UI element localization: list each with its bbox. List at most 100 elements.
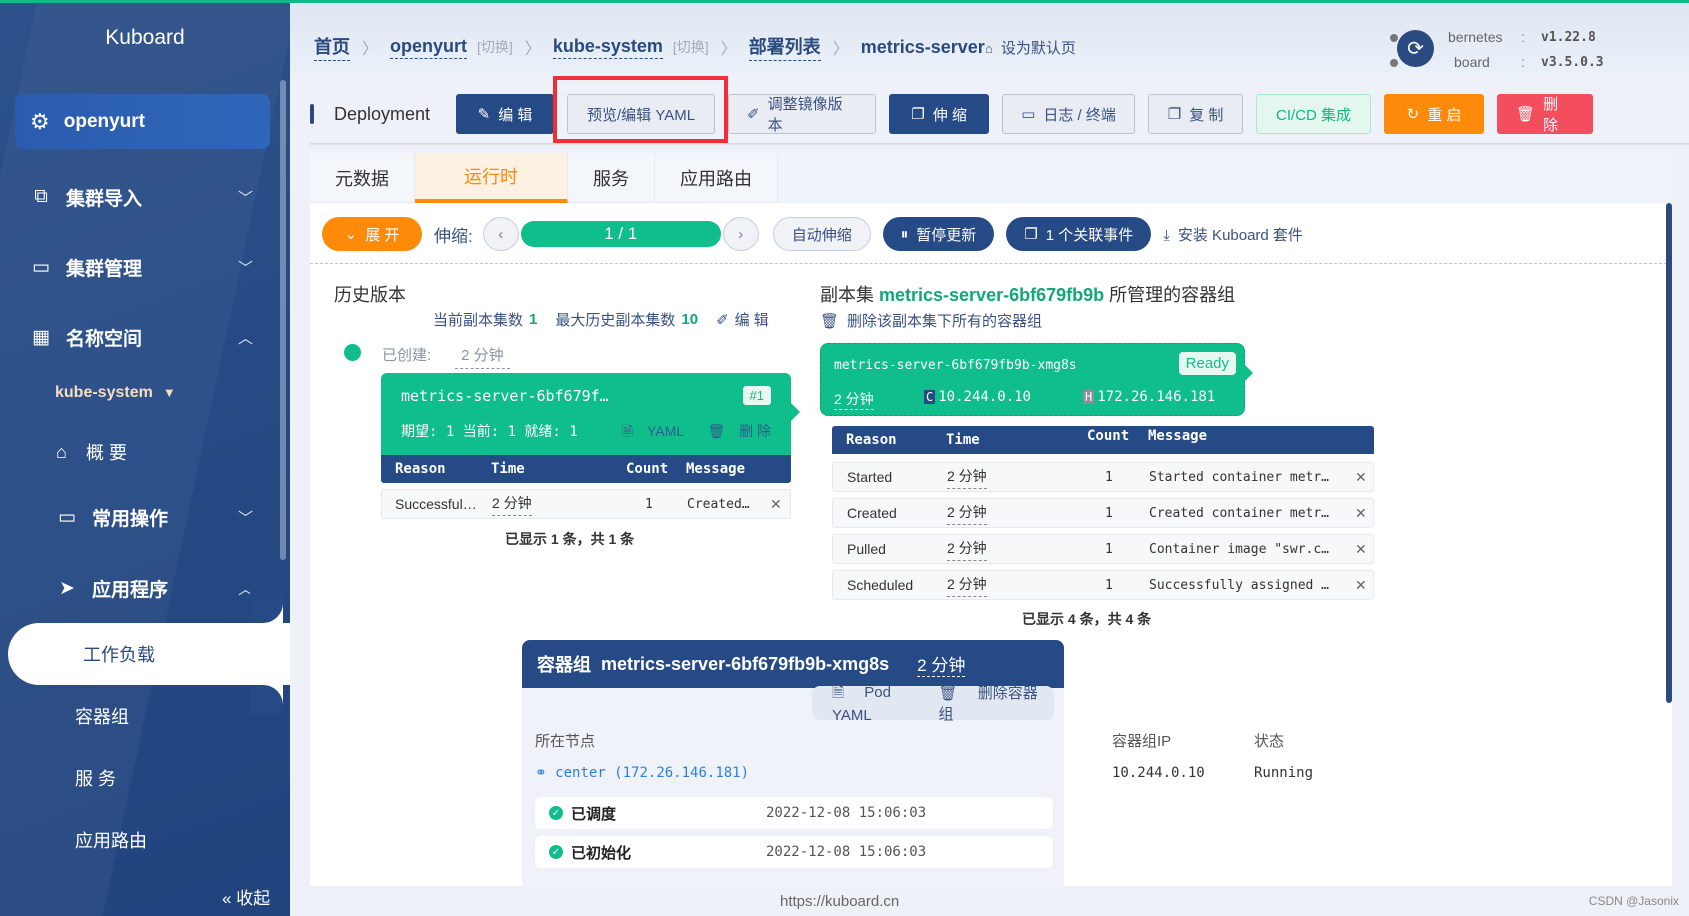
edit-icon: ✎ [477, 106, 491, 123]
switch-cluster-link[interactable]: [切换] [477, 37, 513, 57]
trash-icon: 🗑 [820, 313, 840, 330]
history-events-header: Reason Time Count Message [381, 455, 791, 483]
breadcrumb-namespace[interactable]: kube-system [552, 36, 663, 59]
scrollbar-thumb[interactable] [1666, 203, 1672, 703]
replicaset-yaml-button[interactable]: 🗎 YAML [612, 423, 684, 439]
sidebar-item-namespace[interactable]: ▦ 名称空间 ︿ [0, 312, 283, 362]
sidebar-item-common-ops[interactable]: ▭ 常用操作 ﹀ [0, 492, 283, 542]
edit-history-limit-button[interactable]: ✐ 编 辑 [716, 309, 769, 330]
replicaset-name[interactable]: metrics-server-6bf679f… [401, 387, 609, 405]
set-default-page-button[interactable]: ⌂ 设为默认页 [985, 37, 1076, 58]
adjust-image-button[interactable]: ✐ 调整镜像版本 [728, 94, 877, 134]
tab-runtime[interactable]: 运行时 [415, 153, 568, 203]
switch-namespace-link[interactable]: [切换] [673, 37, 709, 57]
scale-decrease-button[interactable]: ‹ [482, 217, 519, 251]
related-events-button[interactable]: ❐ 1 个关联事件 [1006, 217, 1152, 251]
pod-ip-value: 10.244.0.10 [1112, 765, 1205, 781]
copy-button[interactable]: ❐ 复 制 [1148, 94, 1244, 134]
close-icon[interactable]: ✕ [770, 496, 782, 513]
check-circle-icon: ✓ [549, 845, 563, 859]
replicaset-delete-button[interactable]: 🗑 删 除 [697, 423, 771, 439]
delete-button[interactable]: 🗑 删 除 [1497, 94, 1594, 134]
restart-button[interactable]: ↻ 重 启 [1384, 94, 1485, 134]
created-label: 已创建: [382, 347, 432, 364]
scale-button[interactable]: ❐ 伸 缩 [889, 94, 990, 134]
cluster-selector[interactable]: ⚙ openyurt [15, 94, 270, 149]
chevron-right-icon: 〉 [524, 41, 541, 58]
breadcrumb-cluster[interactable]: openyurt [390, 36, 468, 59]
sidebar-item-applications[interactable]: ➤ 应用程序 ︿ [0, 563, 283, 613]
sidebar-item-services[interactable]: 服 务 [0, 753, 283, 803]
pod-yaml-button[interactable]: 🗎 Pod YAML [832, 682, 923, 724]
button-label: 伸 缩 [932, 106, 967, 124]
footer-bar [290, 886, 1689, 916]
helm-wheel-icon: ⚙ [30, 108, 50, 134]
node-link[interactable]: ⚭ center (172.26.146.181) [535, 765, 749, 781]
sidebar-item-overview[interactable]: ⌂ 概 要 [0, 427, 283, 477]
host-ip-tag: H [1083, 390, 1095, 404]
sidebar-item-cluster-manage[interactable]: ▭ 集群管理 ﹀ [0, 242, 283, 292]
namespace-select[interactable]: kube-system ▼ [55, 384, 176, 402]
pod-events-count: 已显示 4 条，共 4 条 [1022, 611, 1152, 627]
condition-label: 已调度 [571, 805, 617, 823]
table-row: Scheduled 2 分钟 1 Successfully assigned … ✕ [832, 570, 1374, 600]
logs-terminal-button[interactable]: ▭ 日志 / 终端 [1002, 94, 1136, 134]
button-label: 编 辑 [498, 106, 533, 124]
sidebar-item-pods[interactable]: 容器组 [0, 691, 283, 741]
tab-services[interactable]: 服务 [568, 153, 655, 203]
refresh-button[interactable]: ⟳ [1397, 30, 1434, 67]
pod-detail-age: 2 分钟 [917, 651, 966, 677]
close-icon[interactable]: ✕ [1355, 505, 1367, 522]
content-scrollbar[interactable] [1666, 203, 1672, 783]
bullet-icon [1390, 34, 1398, 42]
table-row: Pulled 2 分钟 1 Container image "swr.c… ✕ [832, 534, 1374, 564]
install-kuboard-suite-link[interactable]: ⤓ 安装 Kuboard 套件 [1163, 224, 1303, 245]
close-icon[interactable]: ✕ [1355, 541, 1367, 558]
sidebar-item-ingress[interactable]: 应用路由 [0, 815, 283, 865]
link-icon: ⚭ [535, 765, 556, 781]
version-key: board [1454, 54, 1490, 70]
pod-detail-name: metrics-server-6bf679fb9b-xmg8s [601, 653, 890, 674]
sidebar-item-label: 服 务 [75, 769, 117, 789]
delete-all-pods-button[interactable]: 🗑 删除该副本集下所有的容器组 [820, 310, 1042, 331]
breadcrumb-deployment-list[interactable]: 部署列表 [748, 33, 821, 61]
node-label: 所在节点 [535, 733, 596, 750]
autoscale-button[interactable]: 自动伸缩 [772, 217, 871, 251]
sidebar-item-cluster-import[interactable]: ⧉ 集群导入 ﹀ [0, 172, 283, 222]
created-info: 已创建: 2 分钟 [382, 344, 510, 369]
pod-ip-label: 容器组IP [1112, 733, 1172, 750]
close-icon[interactable]: ✕ [1355, 469, 1367, 486]
host-ip: H 172.26.146.181 [1083, 389, 1215, 405]
button-label: 日志 / 终端 [1043, 106, 1116, 124]
chevron-down-icon: ﹀ [238, 259, 254, 277]
annotation-highlight-box [553, 76, 728, 143]
tab-ingress[interactable]: 应用路由 [655, 153, 778, 203]
scale-increase-button[interactable]: › [722, 217, 759, 251]
cluster-name: openyurt [63, 110, 146, 132]
namespace-name: kube-system [55, 384, 153, 401]
edit-button[interactable]: ✎ 编 辑 [456, 94, 555, 134]
document-icon: 🗎 [832, 684, 849, 701]
watermark: CSDN @Jasonix [1588, 894, 1679, 908]
button-label: 重 启 [1427, 106, 1462, 124]
footer-url[interactable]: https://kuboard.cn [780, 893, 899, 910]
set-default-label: 设为默认页 [1000, 40, 1076, 57]
breadcrumb-home[interactable]: 首页 [314, 33, 350, 61]
column-header: Time [946, 432, 980, 448]
pod-card[interactable]: metrics-server-6bf679fb9b-xmg8s Ready 2 … [820, 343, 1253, 416]
event-time: 2 分钟 [492, 493, 532, 516]
pod-name: metrics-server-6bf679fb9b-xmg8s [834, 358, 1077, 373]
pod-detail-kind: 容器组 [537, 655, 591, 675]
tab-metadata[interactable]: 元数据 [310, 153, 415, 203]
history-stats: 当前副本集数 1 最大历史副本集数 10 ✐ 编 辑 [433, 309, 769, 330]
delete-pod-button[interactable]: 🗑 删除容器组 [939, 682, 1038, 724]
replicaset-stats: 期望: 1 当前: 1 就绪: 1 [401, 424, 578, 440]
kubernetes-version: v1.22.8 [1541, 30, 1596, 45]
cicd-button[interactable]: CI/CD 集成 [1256, 94, 1372, 134]
pod-detail-header: 容器组 metrics-server-6bf679fb9b-xmg8s 2 分钟 [522, 640, 1064, 688]
sidebar-item-workloads[interactable]: 工作负载 [8, 623, 290, 685]
collapse-sidebar-button[interactable]: « 收起 [222, 884, 270, 909]
expand-button[interactable]: ⌄ 展 开 [322, 217, 422, 251]
pause-update-button[interactable]: ⏸ 暂停更新 [882, 217, 995, 251]
close-icon[interactable]: ✕ [1355, 577, 1367, 594]
